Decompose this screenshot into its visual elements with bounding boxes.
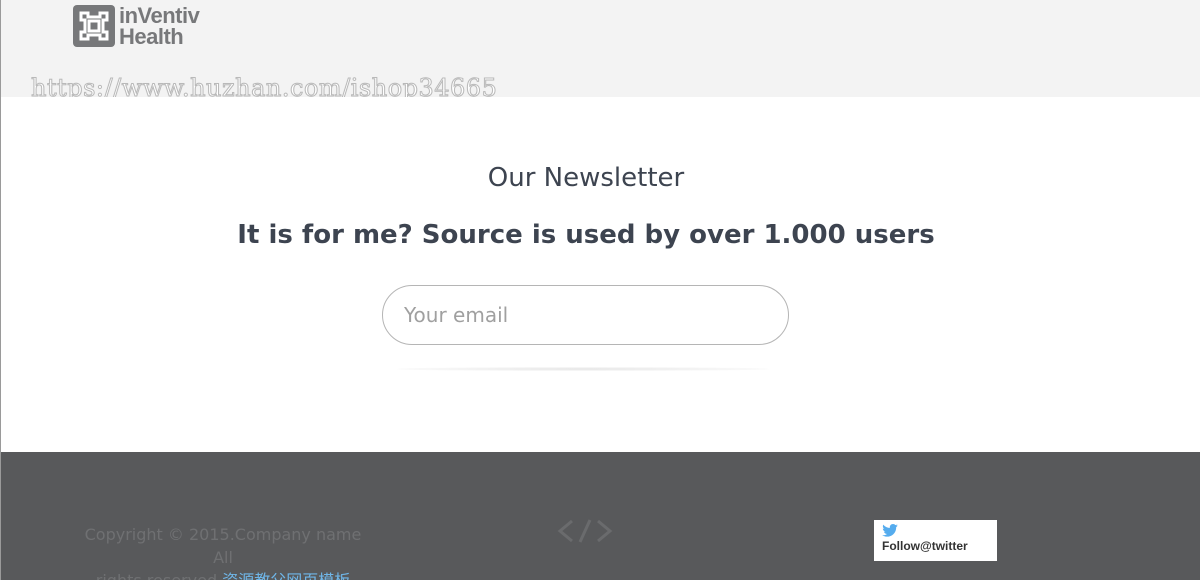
copyright-line-1: Copyright © 2015.Company name All bbox=[84, 525, 362, 567]
twitter-follow-button[interactable]: Follow@twitter bbox=[874, 520, 997, 561]
logo-line-2: Health bbox=[119, 24, 184, 49]
code-brackets-icon bbox=[557, 519, 613, 543]
brand-logo[interactable]: inVentiv Health bbox=[73, 3, 200, 49]
logo-line-1: inVentiv bbox=[119, 3, 200, 28]
logo-mark-icon bbox=[73, 5, 115, 47]
newsletter-section: Our Newsletter It is for me? Source is u… bbox=[1, 97, 1200, 452]
input-shadow-divider bbox=[397, 367, 769, 371]
footer: Copyright © 2015.Company name All rights… bbox=[1, 452, 1200, 580]
newsletter-subtitle: It is for me? Source is used by over 1.0… bbox=[237, 220, 935, 250]
copyright-line-2: rights reserved. bbox=[96, 571, 222, 580]
header: inVentiv Health https://www.huzhan.com/i… bbox=[1, 0, 1200, 103]
page: inVentiv Health https://www.huzhan.com/i… bbox=[0, 0, 1200, 580]
copyright-text: Copyright © 2015.Company name All rights… bbox=[73, 523, 373, 580]
logo-wordmark: inVentiv Health bbox=[119, 3, 200, 49]
twitter-bird-icon bbox=[882, 524, 898, 537]
twitter-label: Follow@twitter bbox=[882, 539, 968, 553]
template-link[interactable]: 资源教父网页模板 bbox=[222, 571, 350, 580]
newsletter-title: Our Newsletter bbox=[487, 163, 685, 193]
email-input[interactable] bbox=[382, 285, 789, 345]
